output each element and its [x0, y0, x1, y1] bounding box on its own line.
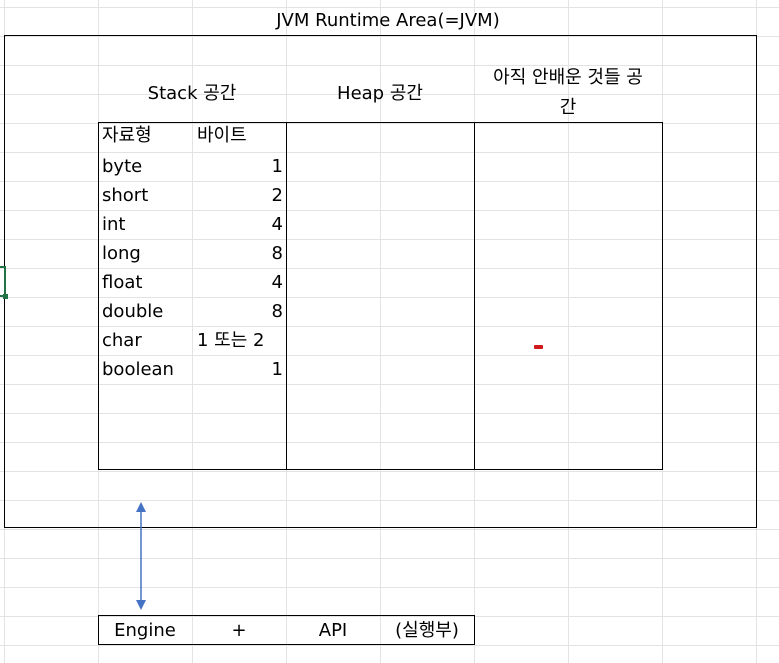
- table-row-type: short: [102, 185, 149, 206]
- table-row-bytes: 1: [271, 359, 283, 380]
- table-row-bytes: 1: [271, 156, 283, 177]
- table-row-type: int: [102, 214, 126, 235]
- stack-area-header: Stack 공간: [147, 83, 237, 104]
- table-row-type: boolean: [102, 359, 174, 380]
- table-row-type: long: [102, 243, 141, 264]
- unlearned-area-header-line1: 아직 안배운 것들 공: [493, 67, 643, 88]
- heap-area-header: Heap 공간: [337, 83, 423, 104]
- table-row-type: float: [102, 272, 143, 293]
- red-dash-mark: [534, 345, 543, 349]
- table-header-type: 자료형: [102, 125, 152, 146]
- engine-label: Engine: [114, 620, 176, 641]
- cell-selection-edge[interactable]: [0, 266, 6, 297]
- heap-area-box: [286, 122, 475, 470]
- table-row-bytes: 2: [271, 185, 283, 206]
- plus-sign: +: [231, 620, 247, 641]
- table-row-bytes: 4: [271, 272, 283, 293]
- table-row-bytes: 4: [271, 214, 283, 235]
- table-row-bytes: 8: [271, 243, 283, 264]
- table-row-bytes: 8: [271, 301, 283, 322]
- table-row-type: byte: [102, 156, 143, 177]
- double-arrow-connector: [136, 502, 146, 610]
- unlearned-area-box: [474, 122, 663, 470]
- table-header-bytes: 바이트: [197, 125, 247, 146]
- table-row-bytes: 1 또는 2: [197, 330, 265, 351]
- table-row-type: double: [102, 301, 164, 322]
- execution-part-label: (실행부): [395, 620, 459, 641]
- fill-handle[interactable]: [3, 294, 8, 299]
- api-label: API: [318, 620, 348, 641]
- unlearned-area-header-line2: 간: [559, 97, 577, 118]
- table-row-type: char: [102, 330, 142, 351]
- page-title: JVM Runtime Area(=JVM): [276, 10, 500, 31]
